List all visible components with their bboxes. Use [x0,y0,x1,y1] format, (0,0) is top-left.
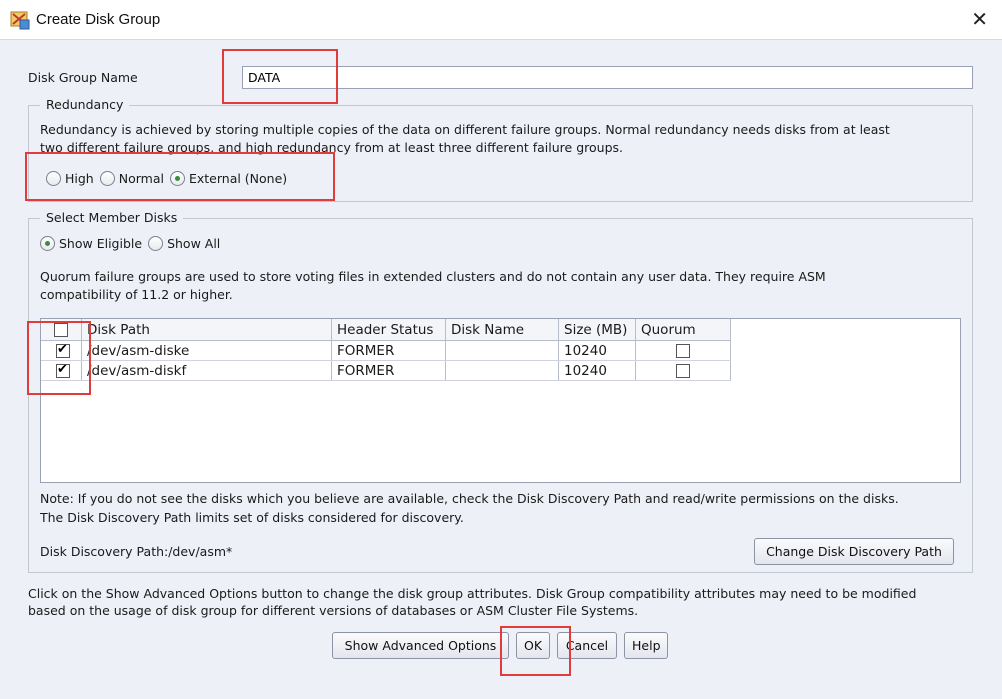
quorum-checkbox[interactable] [676,344,690,358]
discovery-note-1: Note: If you do not see the disks which … [40,491,899,506]
app-icon [10,11,30,30]
redundancy-description-2: two different failure groups, and high r… [40,140,623,155]
disk-table: Disk Path Header Status Disk Name Size (… [40,318,961,483]
size-cell: 10240 [559,361,636,380]
show-eligible-option[interactable]: Show Eligible [40,236,142,251]
table-row[interactable]: /dev/asm-diske FORMER 10240 [41,341,731,361]
disk-path-cell: /dev/asm-diske [82,341,332,360]
table-row[interactable]: /dev/asm-diskf FORMER 10240 [41,361,731,381]
redundancy-description-1: Redundancy is achieved by storing multip… [40,122,890,137]
quorum-note-1: Quorum failure groups are used to store … [40,269,826,284]
help-button[interactable]: Help [624,632,668,659]
header-disk-name[interactable]: Disk Name [446,319,559,340]
radio-normal[interactable] [99,171,115,186]
radio-high-label: High [65,171,94,186]
redundancy-options: High Normal External (None) [46,171,293,186]
row-select-cell[interactable] [41,361,82,380]
ok-button[interactable]: OK [516,632,550,659]
change-discovery-path-button[interactable]: Change Disk Discovery Path [754,538,954,565]
quorum-cell[interactable] [636,341,731,360]
radio-external-label: External (None) [188,171,288,186]
quorum-note-2: compatibility of 11.2 or higher. [40,287,233,302]
advanced-note-1: Click on the Show Advanced Options butto… [28,586,917,601]
radio-high[interactable] [46,171,61,186]
show-advanced-options-button[interactable]: Show Advanced Options [332,632,509,659]
advanced-note-2: based on the usage of disk group for dif… [28,603,639,618]
radio-normal-label: Normal [118,171,164,186]
header-status-cell: FORMER [332,361,446,380]
disk-name-cell[interactable] [446,361,559,380]
disk-group-name-label: Disk Group Name [28,70,138,85]
discovery-note-2: The Disk Discovery Path limits set of di… [40,510,464,525]
row-select-cell[interactable] [41,341,82,360]
discovery-path-label: Disk Discovery Path:/dev/asm* [40,544,233,559]
disk-group-name-input[interactable] [242,66,973,89]
table-header: Disk Path Header Status Disk Name Size (… [41,319,731,341]
redundancy-normal-option[interactable]: Normal [99,171,164,186]
window-title: Create Disk Group [36,11,161,28]
row-select-checkbox[interactable] [56,342,70,358]
show-all-label: Show All [167,236,221,251]
row-select-checkbox[interactable] [56,362,70,378]
radio-external[interactable] [169,171,185,186]
redundancy-external-option[interactable]: External (None) [169,171,288,186]
redundancy-high-option[interactable]: High [46,171,94,186]
header-status-cell: FORMER [332,341,446,360]
header-quorum[interactable]: Quorum [636,319,731,340]
title-bar: Create Disk Group ✕ [0,0,1002,40]
redundancy-legend: Redundancy [40,97,130,112]
show-all-option[interactable]: Show All [148,236,220,251]
header-disk-path[interactable]: Disk Path [82,319,332,340]
quorum-checkbox[interactable] [676,364,690,378]
show-eligible-label: Show Eligible [59,236,143,251]
disk-path-cell: /dev/asm-diskf [82,361,332,380]
radio-show-eligible[interactable] [40,236,55,251]
size-cell: 10240 [559,341,636,360]
quorum-cell[interactable] [636,361,731,380]
member-disks-legend: Select Member Disks [40,210,184,225]
header-header-status[interactable]: Header Status [332,319,446,340]
disk-filter-options: Show Eligible Show All [40,236,226,251]
close-icon[interactable]: ✕ [971,8,988,30]
disk-name-cell[interactable] [446,341,559,360]
radio-show-all[interactable] [148,236,164,251]
header-select-all[interactable] [41,319,82,340]
select-all-checkbox[interactable] [54,323,68,337]
cancel-button[interactable]: Cancel [557,632,617,659]
header-size[interactable]: Size (MB) [559,319,636,340]
